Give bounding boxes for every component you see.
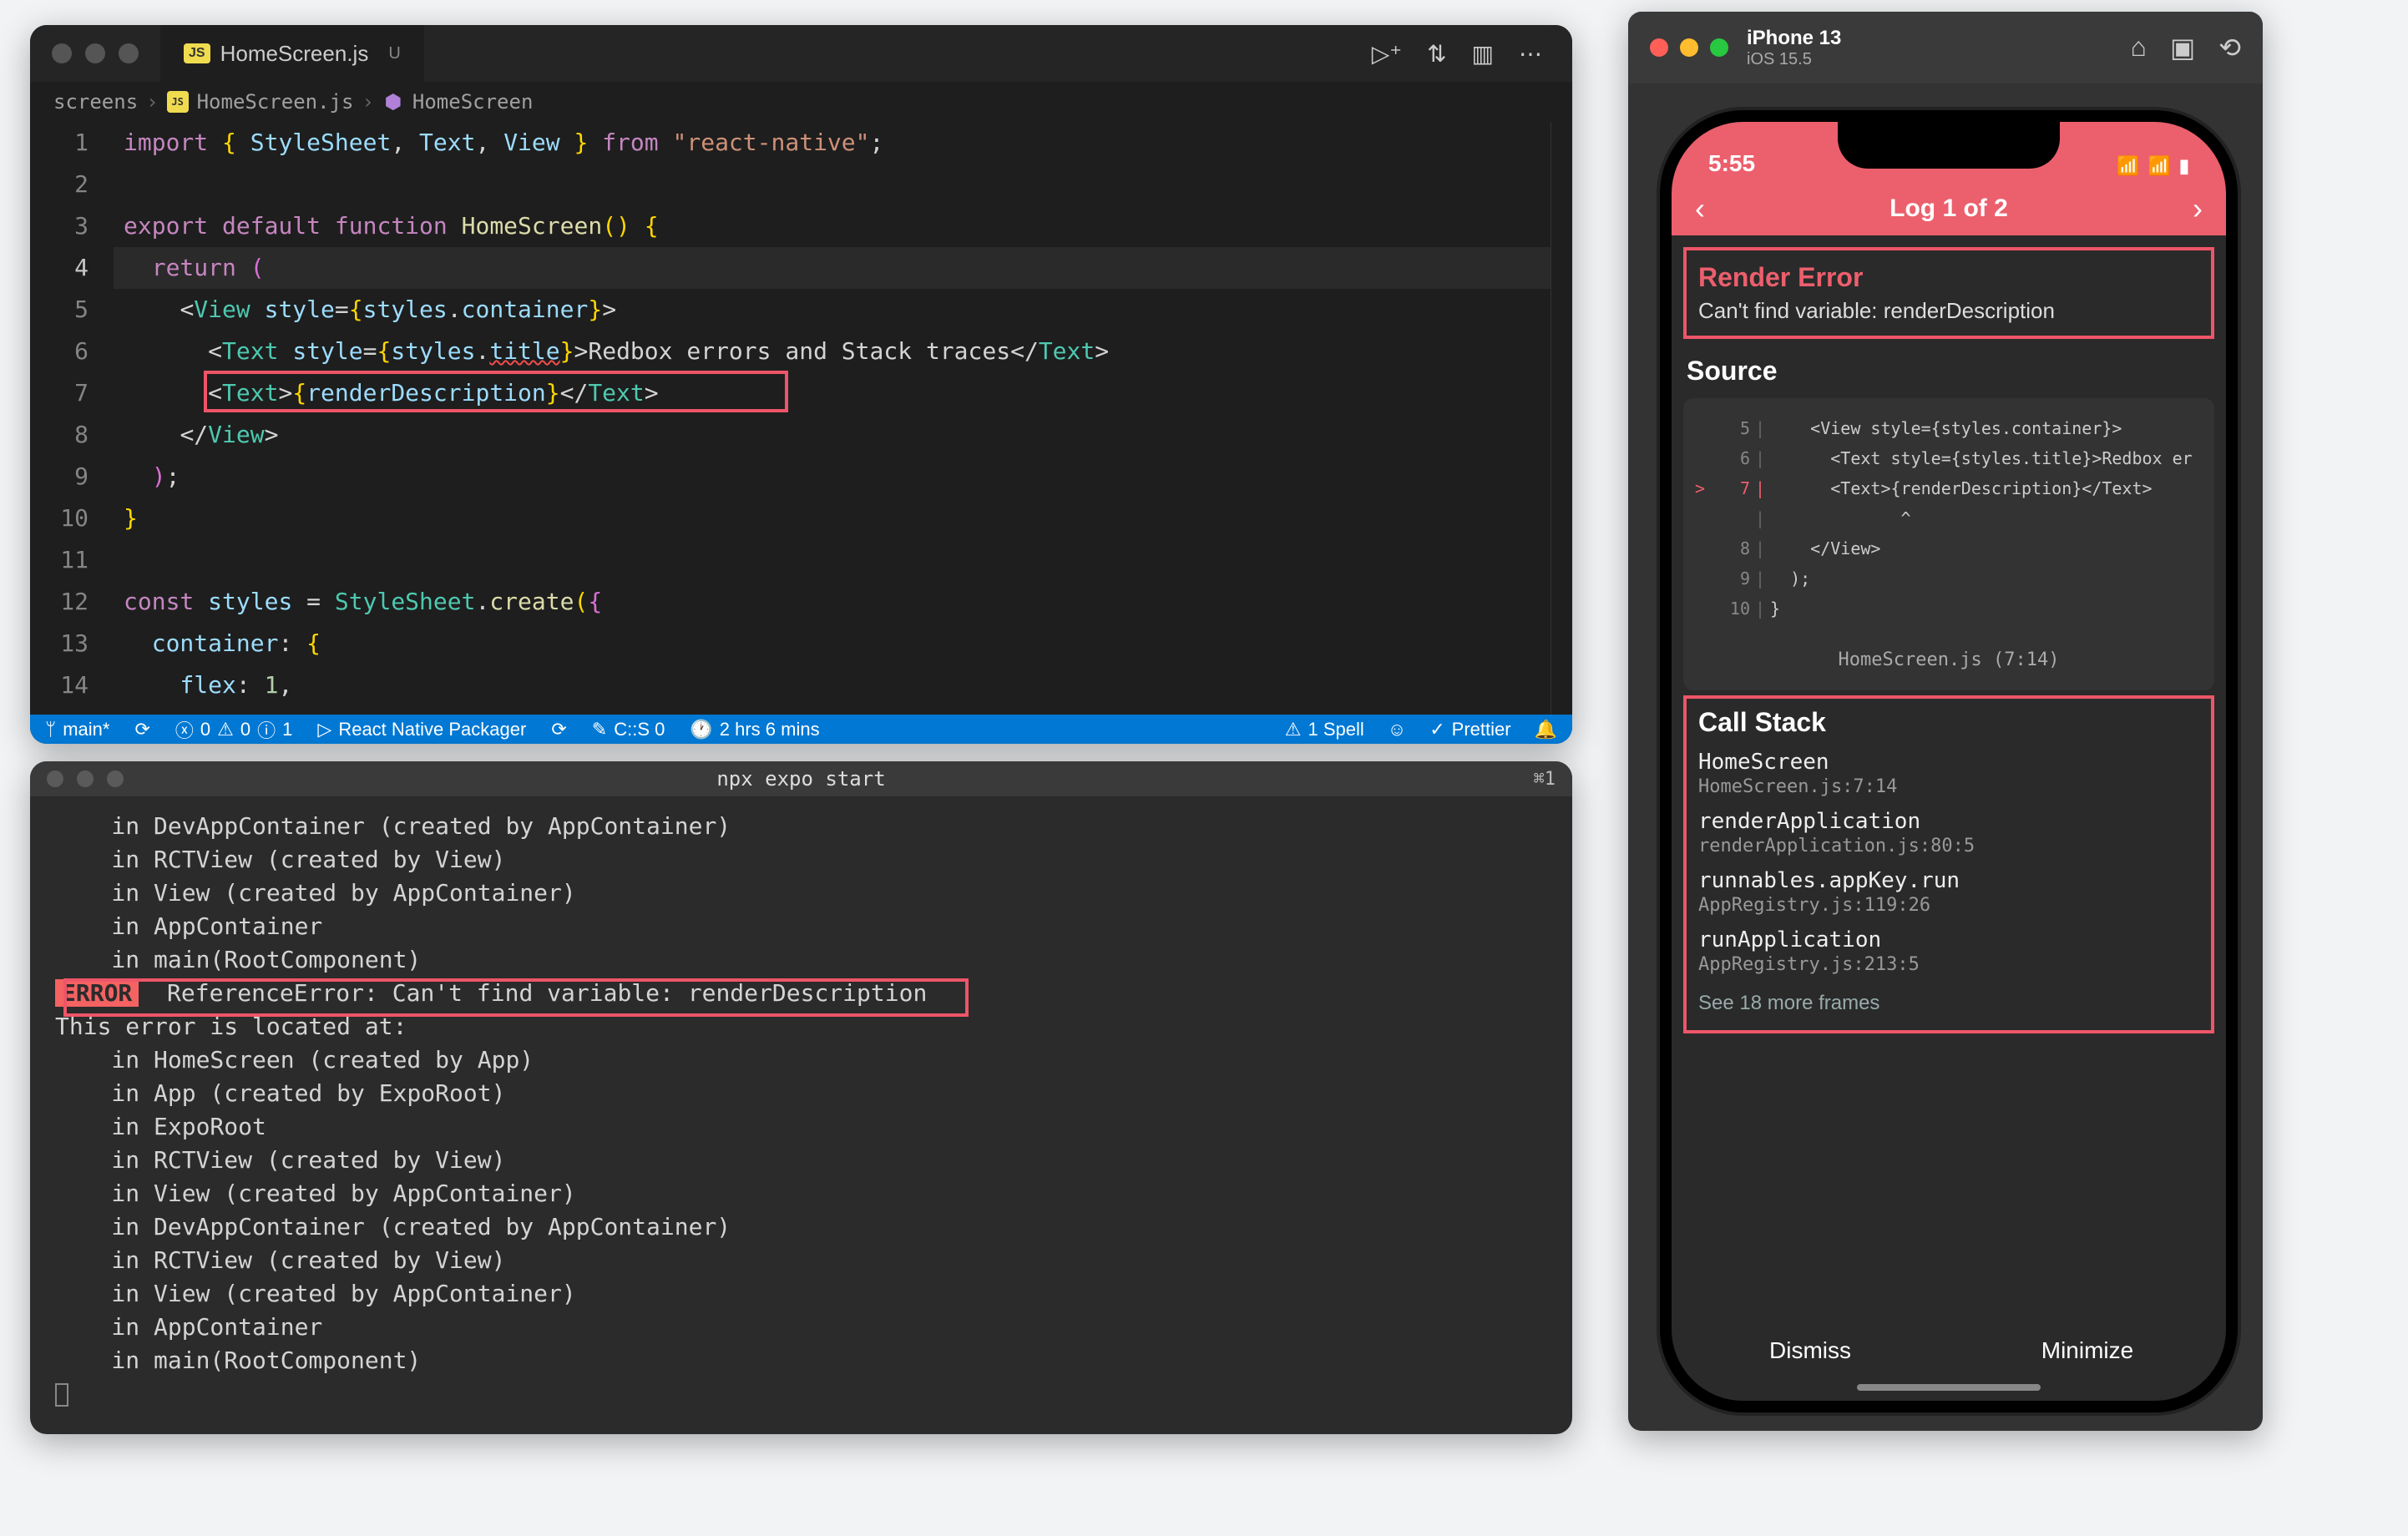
rotate-icon[interactable]: ⟲: [2218, 32, 2241, 63]
reload-icon[interactable]: ⟳: [551, 719, 566, 740]
sync-icon[interactable]: ⟳: [134, 719, 149, 740]
tab-filename: HomeScreen.js: [220, 41, 369, 67]
home-indicator[interactable]: [1857, 1384, 2041, 1391]
tab-dirty-indicator: U: [388, 44, 400, 63]
editor-tab[interactable]: JS HomeScreen.js U: [160, 25, 424, 82]
problems-status[interactable]: ⓧ 0 ⚠ 0 ⓘ 1: [175, 716, 293, 743]
git-compare-icon[interactable]: ⇅: [1427, 40, 1446, 68]
callstack-card: Call Stack HomeScreenHomeScreen.js:7:14 r…: [1683, 695, 2214, 1033]
breadcrumb-item[interactable]: HomeScreen.js: [197, 90, 354, 114]
window-traffic-lights[interactable]: [1650, 38, 1728, 57]
notch: [1838, 122, 2060, 169]
more-icon[interactable]: ⋯: [1519, 40, 1542, 68]
callstack-heading: Call Stack: [1698, 707, 2199, 738]
more-frames-link[interactable]: See 18 more frames: [1698, 992, 2199, 1015]
run-icon[interactable]: ▷⁺: [1372, 40, 1402, 68]
window-traffic-lights[interactable]: [30, 43, 160, 63]
terminal-window: npx expo start ⌘1 in DevAppContainer (cr…: [30, 761, 1572, 1434]
profile-status[interactable]: ✎ C::S 0: [592, 719, 665, 740]
minimap[interactable]: [1551, 122, 1572, 715]
symbol-icon: ⬢: [382, 91, 404, 113]
prev-log-button[interactable]: ‹: [1695, 191, 1705, 226]
log-counter: Log 1 of 2: [1889, 195, 2008, 223]
stack-frame[interactable]: renderApplicationrenderApplication.js:80…: [1698, 809, 2199, 856]
editor-tools: ▷⁺ ⇅ ▥ ⋯: [1372, 40, 1572, 68]
js-icon: JS: [167, 91, 189, 113]
stack-frame[interactable]: runnables.appKey.runAppRegistry.js:119:2…: [1698, 868, 2199, 916]
iphone-frame: 5:55 📶 📶 ▮ ‹ Log 1 of 2 › Render Error Can…: [1660, 110, 2238, 1412]
breadcrumb-item[interactable]: screens: [53, 90, 138, 114]
prettier-status[interactable]: ✓ Prettier: [1429, 719, 1510, 740]
spell-status[interactable]: ⚠ 1 Spell: [1285, 719, 1364, 740]
js-icon: JS: [184, 43, 210, 63]
copilot-icon[interactable]: ☺: [1388, 719, 1406, 740]
simulator-titlebar: iPhone 13 iOS 15.5 ⌂ ▣ ⟲: [1628, 12, 2263, 83]
packager-status[interactable]: ▷ React Native Packager: [317, 719, 526, 740]
home-icon[interactable]: ⌂: [2131, 32, 2147, 63]
ios-clock: 5:55: [1708, 150, 1755, 177]
error-card: Render Error Can't find variable: render…: [1683, 247, 2214, 339]
terminal-body[interactable]: in DevAppContainer (created by AppContai…: [30, 796, 1572, 1424]
error-title: Render Error: [1698, 262, 2199, 293]
redbox-body[interactable]: Render Error Can't find variable: render…: [1672, 235, 2226, 1045]
log-nav-bar: ‹ Log 1 of 2 ›: [1672, 182, 2226, 235]
stack-frame[interactable]: HomeScreenHomeScreen.js:7:14: [1698, 750, 2199, 797]
code-editor[interactable]: 1234567891011121314 import { StyleSheet,…: [30, 122, 1572, 715]
split-editor-icon[interactable]: ▥: [1472, 40, 1494, 68]
stack-frame[interactable]: runApplicationAppRegistry.js:213:5: [1698, 927, 2199, 975]
iphone-screen: 5:55 📶 📶 ▮ ‹ Log 1 of 2 › Render Error Can…: [1672, 122, 2226, 1401]
breadcrumb-item[interactable]: HomeScreen: [412, 90, 534, 114]
code-area[interactable]: import { StyleSheet, Text, View } from "…: [114, 122, 1551, 715]
os-version: iOS 15.5: [1747, 50, 1841, 69]
status-bar: ᛘ main* ⟳ ⓧ 0 ⚠ 0 ⓘ 1 ▷ React Native Pac…: [30, 715, 1572, 744]
git-branch[interactable]: ᛘ main*: [45, 719, 109, 740]
screenshot-icon[interactable]: ▣: [2170, 32, 2195, 63]
error-message: Can't find variable: renderDescription: [1698, 298, 2199, 324]
breadcrumb[interactable]: screens› JS HomeScreen.js› ⬢ HomeScreen: [30, 82, 1572, 122]
vscode-tabbar: JS HomeScreen.js U ▷⁺ ⇅ ▥ ⋯: [30, 25, 1572, 82]
source-heading: Source: [1687, 356, 2211, 387]
terminal-title: npx expo start: [716, 767, 885, 791]
signal-icon: 📶: [2117, 155, 2139, 177]
bell-icon[interactable]: 🔔: [1535, 719, 1557, 740]
device-name: iPhone 13: [1747, 27, 1841, 50]
source-block: 5| <View style={styles.container}> 6| <T…: [1683, 398, 2214, 690]
next-log-button[interactable]: ›: [2193, 191, 2203, 226]
battery-icon: ▮: [2179, 155, 2189, 177]
wifi-icon: 📶: [2147, 155, 2170, 177]
time-status[interactable]: 🕐 2 hrs 6 mins: [690, 719, 819, 740]
terminal-shortcut: ⌘1: [1534, 769, 1556, 790]
terminal-titlebar: npx expo start ⌘1: [30, 761, 1572, 796]
line-gutter: 1234567891011121314: [30, 122, 114, 715]
vscode-window: JS HomeScreen.js U ▷⁺ ⇅ ▥ ⋯ screens› JS …: [30, 25, 1572, 744]
window-traffic-lights[interactable]: [30, 771, 140, 787]
